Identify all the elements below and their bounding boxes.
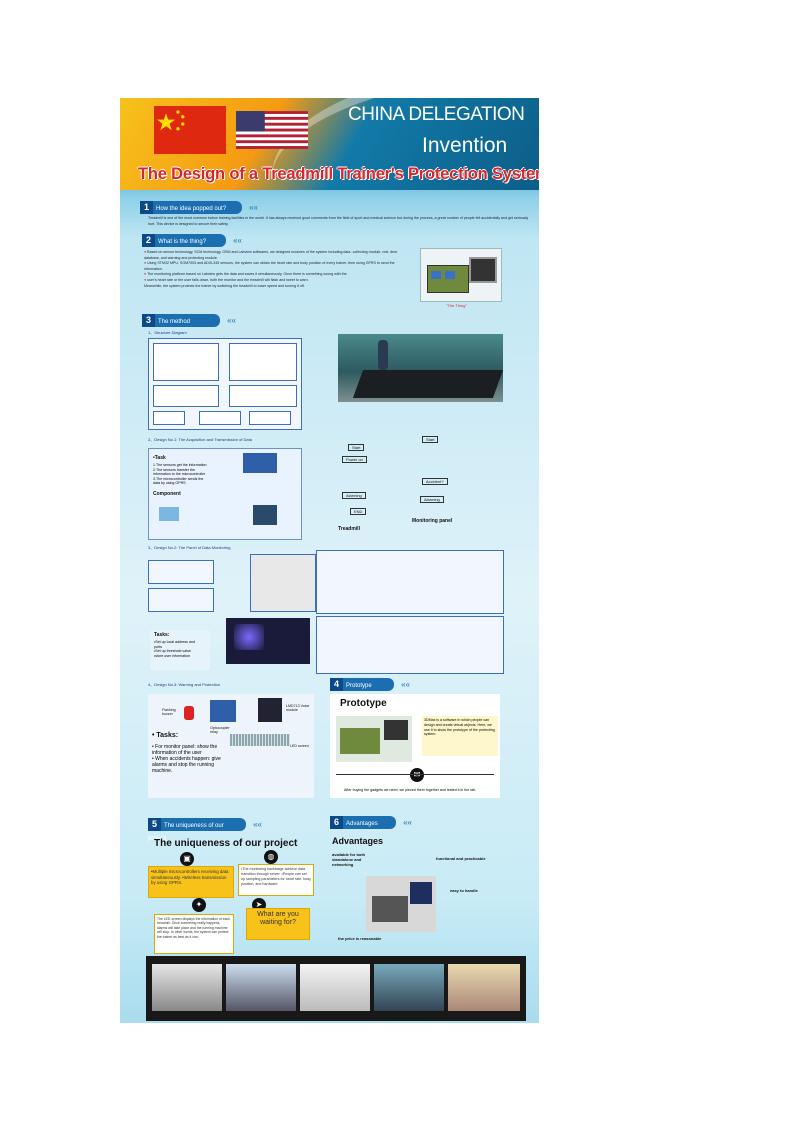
- gprs-module: [243, 453, 277, 473]
- relay-board: [210, 700, 236, 722]
- monitoring-panel-label: Monitoring panel: [412, 518, 453, 524]
- the-thing-render: [420, 248, 502, 302]
- laptop-icon: ▣: [180, 852, 194, 866]
- design-1-panel: •Task 1.The sensors get the information …: [148, 448, 302, 540]
- section-6-header: 6 Advantages ««: [330, 816, 412, 829]
- voice-module: [258, 698, 282, 722]
- labview-block-diagram: [316, 550, 504, 614]
- uniqueness-box-4: What are you waiting for?: [246, 908, 310, 940]
- advantage-1: available for both standalone and networ…: [332, 852, 366, 867]
- uniqueness-heading: The uniqueness of our project: [154, 838, 298, 849]
- chevron-icon: ««: [253, 820, 262, 829]
- advantages-heading: Advantages: [332, 836, 384, 846]
- prototype-device-photo: [366, 876, 436, 932]
- usa-flag-icon: [236, 111, 308, 149]
- section-2-bullets: ● Based on sensor technology, SCM techno…: [144, 250, 398, 288]
- advantage-2: functional and practicable: [436, 856, 486, 861]
- design-1-label: 2、Design No.1: The Acquisition and Trans…: [148, 437, 252, 442]
- advantage-4: the price is reasonable: [338, 936, 382, 941]
- strip-photo-4: [374, 964, 444, 1011]
- invention-heading: Invention: [422, 134, 508, 157]
- design-2-label: 3、Design No.2: The Panel of Data Monitor…: [148, 545, 231, 550]
- strip-photo-5: [448, 964, 520, 1011]
- mail-icon: ✉: [410, 768, 424, 782]
- strip-photo-1: [152, 964, 222, 1011]
- design-3-label: 4、Design No.3: Warning and Protection: [148, 682, 221, 687]
- chevron-icon: ««: [403, 818, 412, 827]
- monitoring-flowchart: Start Accident? Alarming: [408, 436, 478, 516]
- gym-treadmill-photo: [338, 334, 503, 402]
- uniqueness-box-1: •Multiple microcontrollers receiving dat…: [148, 866, 234, 898]
- advantage-3: easy to handle: [450, 888, 478, 893]
- prototype-render: [336, 716, 412, 762]
- chevron-icon: ««: [401, 680, 410, 689]
- structure-diagram-label: 1、Structure Diagram: [148, 330, 187, 335]
- uniqueness-box-2: •The monitoring backstage achieve data t…: [238, 864, 314, 896]
- poster: CHINA DELEGATION Invention The Design of…: [120, 98, 539, 1023]
- strip-photo-2: [226, 964, 296, 1011]
- twitter-icon: ✦: [192, 898, 206, 912]
- section-2-header: 2 What is the thing? ««: [142, 234, 242, 247]
- tasks-2-box: Tasks: •Set up local address and ports •…: [150, 630, 210, 670]
- heart-monitor-screenshot: [226, 618, 310, 664]
- design-3-panel: Flashing buzzer Optocoupler relay LMD713…: [148, 694, 314, 798]
- prototype-panel: Prototype 3DMax is a software in which p…: [330, 694, 500, 798]
- panel-screenshot-1: [148, 560, 214, 584]
- panel-screenshot-2: [148, 588, 214, 612]
- uniqueness-box-3: The LED screen displays the information …: [154, 914, 234, 954]
- chevron-icon: ««: [227, 316, 236, 325]
- chevron-icon: ««: [249, 203, 258, 212]
- labview-block-diagram-2: [316, 616, 504, 674]
- microcontroller-board: [253, 505, 277, 525]
- section-5-header: 5 The uniqueness of our project ««: [148, 818, 262, 842]
- section-1-text: Treadmill is one of the most common indo…: [148, 216, 529, 226]
- section-3-header: 3 The method ««: [142, 314, 236, 327]
- poster-title: The Design of a Treadmill Trainer's Prot…: [138, 165, 539, 183]
- delegation-heading: CHINA DELEGATION: [348, 104, 525, 125]
- structure-diagram: [148, 338, 302, 430]
- section-4-header: 4 Prototype ««: [330, 678, 410, 691]
- chevron-icon: ««: [233, 236, 242, 245]
- treadmill-flowchart: Start Power on Alarming END: [320, 442, 390, 522]
- treadmill-label: Treadmill: [338, 526, 360, 532]
- strip-photo-3: [300, 964, 370, 1011]
- section-1-header: 1 How the idea popped out? ««: [140, 201, 258, 214]
- treadmill-photo-strip: [146, 956, 526, 1021]
- china-flag-icon: [154, 106, 226, 154]
- globe-icon: ◍: [264, 850, 278, 864]
- the-thing-caption: "The Thing": [446, 303, 467, 308]
- buzzer-icon: [184, 706, 194, 720]
- angle-sensor: [159, 507, 179, 521]
- led-screen: [230, 734, 290, 746]
- panel-screenshot-3: [250, 554, 316, 612]
